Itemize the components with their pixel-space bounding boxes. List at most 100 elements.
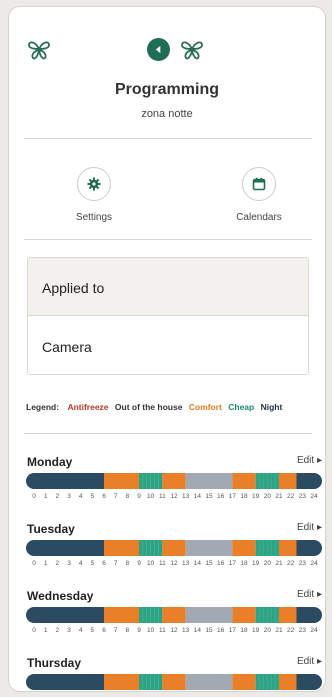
day-name: Wednesday <box>27 589 94 603</box>
hour-tick-label: 16 <box>217 560 225 567</box>
cheap-texture <box>274 540 276 556</box>
cheap-texture <box>258 473 260 489</box>
butterfly-logo-icon <box>181 41 203 60</box>
hour-tick-label: 16 <box>217 627 225 634</box>
hour-tick-label: 1 <box>43 560 48 567</box>
edit-wednesday-button[interactable]: Edit ▸ <box>297 589 322 600</box>
cheap-texture <box>262 607 264 623</box>
hour-tick-label: 19 <box>252 493 260 500</box>
edit-monday-button[interactable]: Edit ▸ <box>297 455 322 466</box>
schedule-segment-night <box>296 540 322 556</box>
cheap-texture <box>158 674 159 690</box>
legend: Legend: Antifreeze Out of the house Comf… <box>26 402 286 412</box>
hour-tick-label: 10 <box>147 560 155 567</box>
hour-tick-label: 24 <box>310 493 318 500</box>
hour-tick-label: 11 <box>158 627 166 634</box>
applied-room-item[interactable]: Camera <box>28 316 308 374</box>
hour-tick-label: 3 <box>67 493 71 500</box>
hour-tick-label: 13 <box>182 493 190 500</box>
hour-tick-label: 1 <box>43 627 48 634</box>
hour-tick-label: 7 <box>113 627 118 634</box>
hour-tick-label: 2 <box>55 560 60 567</box>
cheap-texture <box>266 540 268 556</box>
schedule-segment-night <box>26 473 104 489</box>
schedule-segment-comfort <box>162 674 186 690</box>
hour-tick-label: 9 <box>137 493 141 500</box>
play-arrow-icon: ▸ <box>316 656 322 667</box>
hour-tick-label: 14 <box>193 627 201 634</box>
page-title: Programming <box>114 81 219 98</box>
schedule-segment-night <box>296 473 322 489</box>
cheap-texture <box>270 607 272 623</box>
schedule-segment-comfort <box>279 540 297 556</box>
schedule-segment-comfort <box>232 540 256 556</box>
edit-label: Edit <box>296 522 315 533</box>
hour-tick-label: 13 <box>182 560 190 567</box>
cheap-texture <box>274 473 276 489</box>
cheap-texture <box>270 674 272 690</box>
hour-tick-label: 5 <box>90 560 95 567</box>
schedule-bar[interactable] <box>26 540 322 556</box>
schedule-segment-comfort <box>104 473 139 489</box>
edit-tuesday-button[interactable]: Edit ▸ <box>297 522 322 533</box>
cheap-texture <box>154 473 155 489</box>
hour-tick-label: 23 <box>298 493 306 500</box>
app-screen: Programming zona notte Settings Calendar… <box>8 6 326 692</box>
hour-tick-label: 15 <box>205 627 213 634</box>
settings-button[interactable]: Settings <box>54 167 134 223</box>
hour-tick-label: 3 <box>67 627 71 634</box>
day-name: Tuesday <box>27 522 75 536</box>
calendars-label: Calendars <box>236 212 282 223</box>
hour-tick-label: 16 <box>217 493 225 500</box>
day-name: Thursday <box>27 656 82 670</box>
applied-to-panel: Applied to Camera <box>27 257 309 375</box>
legend-antifreeze: Antifreeze <box>67 402 109 412</box>
hour-tick-label: 7 <box>113 493 118 500</box>
schedule-segment-comfort <box>279 473 297 489</box>
settings-label: Settings <box>75 212 113 223</box>
hour-tick-label: 10 <box>147 627 155 634</box>
cheap-texture <box>150 540 151 556</box>
hour-tick-label: 12 <box>170 627 178 634</box>
hour-tick-label: 11 <box>158 493 166 500</box>
calendars-circle <box>242 167 276 201</box>
legend-label: Legend: <box>26 402 60 412</box>
hour-axis: 0 1 2 3 4 5 6 7 8 9 10 11 12 13 14 15 16 17 18 19 20 21 22 23 24 <box>26 560 322 570</box>
hour-tick-label: 6 <box>102 627 106 634</box>
hour-axis: 0 1 2 3 4 5 6 7 8 9 10 11 12 13 14 15 16 17 18 19 20 21 22 23 24 <box>26 627 322 637</box>
schedule-segment-comfort <box>279 674 297 690</box>
hour-tick-label: 14 <box>193 493 201 500</box>
hour-tick-label: 19 <box>252 560 260 567</box>
hour-tick-label: 23 <box>298 560 306 567</box>
cheap-texture <box>274 607 276 623</box>
back-button[interactable] <box>147 38 170 61</box>
schedule-segment-comfort <box>104 674 139 690</box>
cheap-texture <box>158 607 159 623</box>
schedule-segment-night <box>296 674 322 690</box>
edit-thursday-button[interactable]: Edit ▸ <box>297 656 322 667</box>
edit-label: Edit <box>296 656 315 667</box>
schedule-bar[interactable] <box>26 473 322 489</box>
schedule-bar[interactable] <box>26 674 322 690</box>
schedule-bar[interactable] <box>26 607 322 623</box>
hour-tick-label: 6 <box>102 560 106 567</box>
cheap-texture <box>146 607 147 623</box>
cheap-texture <box>150 607 151 623</box>
divider <box>24 239 312 240</box>
cheap-texture <box>146 674 147 690</box>
hour-tick-label: 13 <box>182 627 190 634</box>
schedule-segment-out-of-the-house <box>185 540 233 556</box>
calendars-button[interactable]: Calendars <box>219 167 299 223</box>
cheap-texture <box>270 540 272 556</box>
play-arrow-icon: ▸ <box>316 455 322 466</box>
hour-tick-label: 21 <box>275 493 283 500</box>
hour-tick-label: 20 <box>263 627 271 634</box>
hour-tick-label: 6 <box>102 493 106 500</box>
divider <box>24 138 312 139</box>
cheap-texture <box>258 674 260 690</box>
hour-tick-label: 2 <box>55 493 60 500</box>
cheap-texture <box>274 674 276 690</box>
hour-tick-label: 8 <box>125 560 130 567</box>
hour-tick-label: 0 <box>32 493 36 500</box>
schedule-segment-night <box>26 674 104 690</box>
